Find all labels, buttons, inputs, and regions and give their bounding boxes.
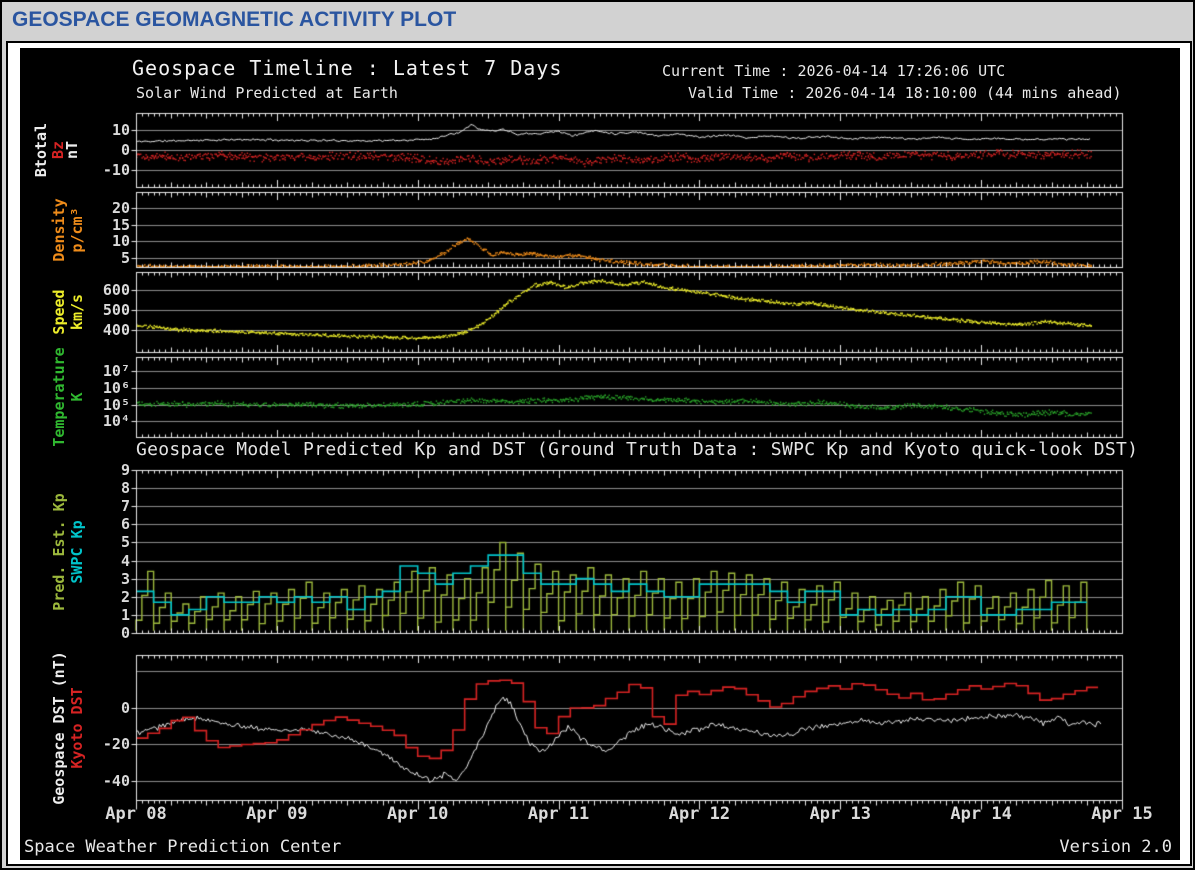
plot-frame: Geospace Timeline : Latest 7 Days Curren… xyxy=(6,41,1192,866)
axis-label-bfield-0: Btotal xyxy=(32,122,50,178)
xtick-apr-08: Apr 08 xyxy=(105,804,167,824)
axis-label-speed-1: km/s xyxy=(68,293,86,331)
xtick-apr-14: Apr 14 xyxy=(950,804,1012,824)
axis-label-temperature-1: K xyxy=(68,392,86,402)
axis-label-speed-0: Speed xyxy=(50,289,68,335)
ytick-kp-7: 7 xyxy=(120,497,130,516)
ytick-kp-8: 8 xyxy=(120,479,130,498)
plot-title: Geospace Timeline : Latest 7 Days xyxy=(132,56,563,80)
kp-dst-title: Geospace Model Predicted Kp and DST (Gro… xyxy=(136,439,1139,460)
xtick-apr-13: Apr 13 xyxy=(809,804,871,824)
header-bar: GEOSPACE GEOMAGNETIC ACTIVITY PLOT xyxy=(2,2,1193,41)
axis-label-dst-0: Geospace DST (nT) xyxy=(50,650,68,805)
axis-label-kp-0: Pred. Est. Kp xyxy=(50,492,68,611)
ytick-kp-2: 2 xyxy=(120,587,130,606)
footer-left: Space Weather Prediction Center xyxy=(24,837,342,857)
axis-label-density-0: Density xyxy=(50,197,68,262)
current-time-label: Current Time : 2026-04-14 17:26:06 UTC xyxy=(662,62,1006,80)
axis-label-density-1: p/cm³ xyxy=(68,206,86,253)
solar-wind-subtitle: Solar Wind Predicted at Earth xyxy=(136,84,398,102)
xtick-apr-10: Apr 10 xyxy=(386,804,449,824)
page: GEOSPACE GEOMAGNETIC ACTIVITY PLOT Geosp… xyxy=(0,0,1195,870)
axis-label-dst-1: Kyoto DST xyxy=(68,686,86,769)
ytick-kp-1: 1 xyxy=(120,605,130,624)
ytick-kp-0: 0 xyxy=(120,624,130,642)
page-title: GEOSPACE GEOMAGNETIC ACTIVITY PLOT xyxy=(12,8,457,31)
axis-label-temperature-0: Temperature xyxy=(50,347,68,447)
xtick-apr-12: Apr 12 xyxy=(668,804,731,824)
xtick-apr-15: Apr 15 xyxy=(1091,804,1153,824)
axis-label-kp-1: SWPC Kp xyxy=(68,519,86,584)
ytick-kp-9: 9 xyxy=(120,461,130,479)
ytick-temperature-10⁴: 10⁴ xyxy=(102,412,130,431)
plot-image: Geospace Timeline : Latest 7 Days Curren… xyxy=(20,48,1180,860)
footer-right: Version 2.0 xyxy=(1059,837,1172,857)
xtick-apr-09: Apr 09 xyxy=(246,804,308,824)
xtick-apr-11: Apr 11 xyxy=(527,804,590,824)
axis-label-bfield-2: nT xyxy=(63,140,81,160)
ytick-dst--40: -40 xyxy=(102,771,130,790)
valid-time-label: Valid Time : 2026-04-14 18:10:00 (44 min… xyxy=(688,84,1122,102)
